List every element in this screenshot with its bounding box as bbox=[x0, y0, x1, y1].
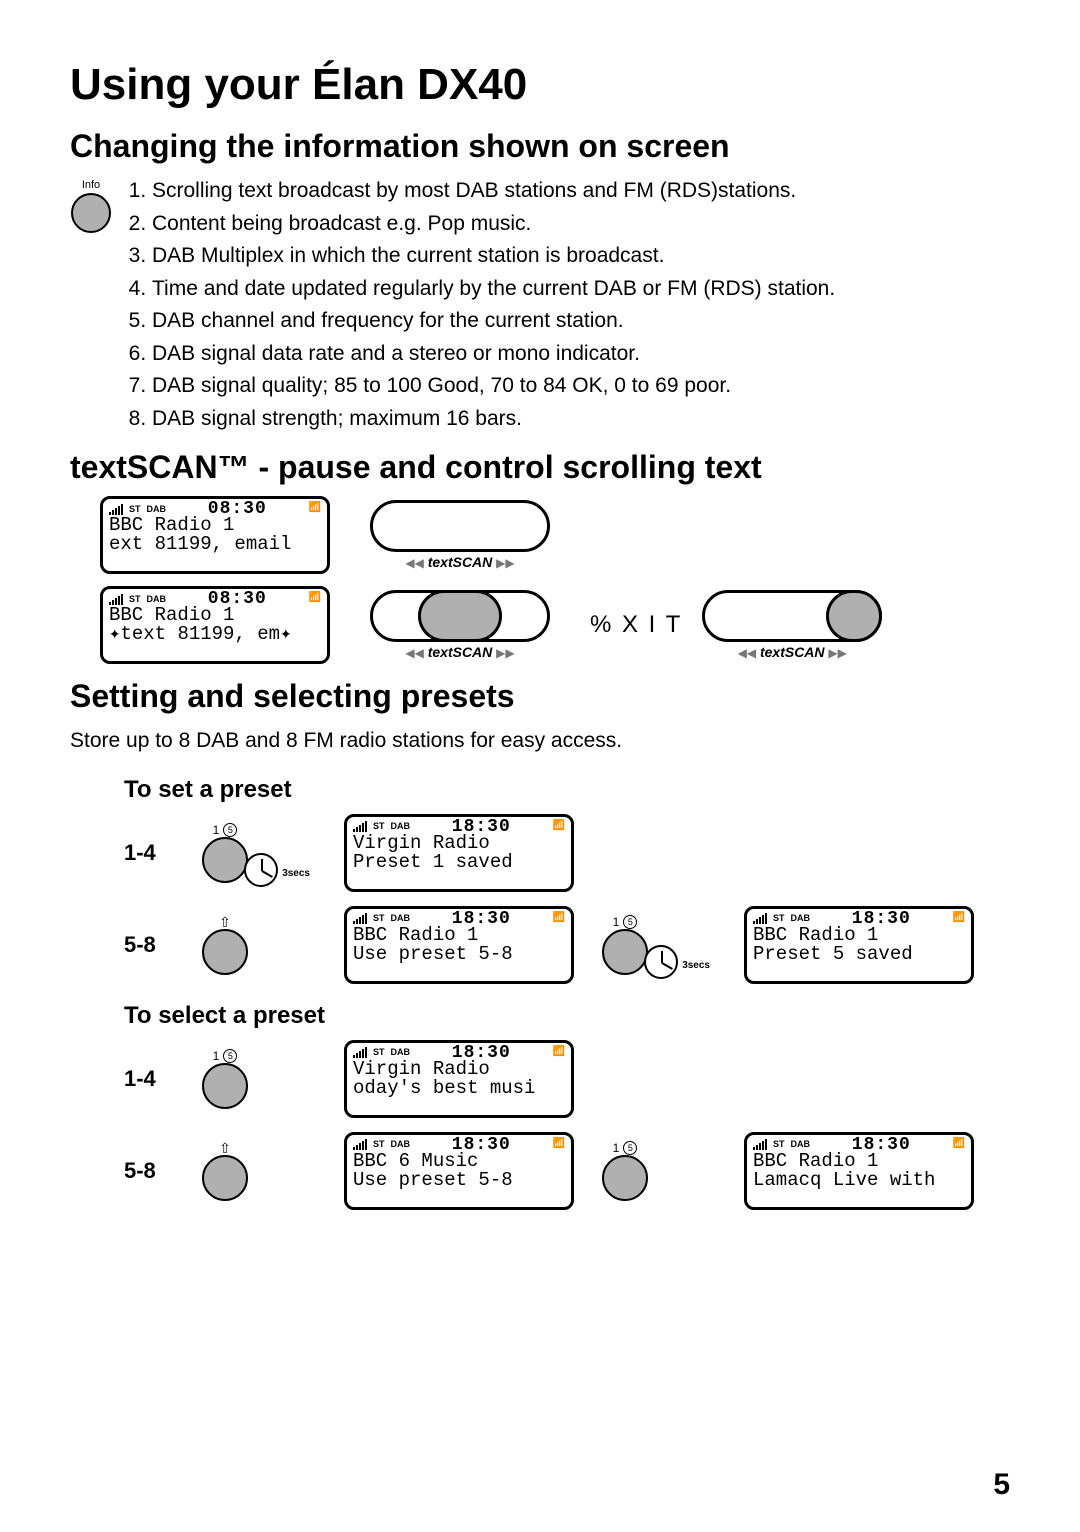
section-heading-presets: Setting and selecting presets bbox=[70, 678, 1010, 715]
shift-up-icon: ⇧ bbox=[219, 1141, 231, 1155]
textscan-switch-right bbox=[702, 590, 882, 642]
preset-button-1d: 15 bbox=[602, 1141, 648, 1201]
rewind-icon: ◀◀ bbox=[405, 646, 423, 660]
lcd-line2: ✦text 81199, em✦ bbox=[109, 625, 321, 644]
preset-range-14: 1-4 bbox=[124, 1066, 174, 1092]
preset-ring-5-icon: 5 bbox=[223, 823, 237, 837]
info-button-label: Info bbox=[82, 179, 100, 191]
lcd-line1: BBC Radio 1 bbox=[109, 516, 321, 535]
textscan-label: ◀◀ textSCAN ▶▶ bbox=[405, 644, 514, 660]
textscan-switch-neutral bbox=[370, 500, 550, 552]
hold-secs-label: 3secs bbox=[282, 868, 310, 879]
antenna-icon: 📶 bbox=[309, 504, 321, 514]
lcd-line1: BBC Radio 1 bbox=[109, 606, 321, 625]
fastforward-icon: ▶▶ bbox=[496, 646, 514, 660]
antenna-icon: 📶 bbox=[309, 594, 321, 604]
info-items-list: Scrolling text broadcast by most DAB sta… bbox=[152, 175, 835, 435]
textscan-label: ◀◀ textSCAN ▶▶ bbox=[405, 554, 514, 570]
preset-range-58: 5-8 bbox=[124, 1158, 174, 1184]
page-title: Using your Élan DX40 bbox=[70, 60, 1010, 110]
preset-button-shift: ⇧ bbox=[202, 915, 248, 975]
info-item: DAB Multiplex in which the current stati… bbox=[152, 240, 835, 273]
preset-range-14: 1-4 bbox=[124, 840, 174, 866]
lcd-set-preset-58a: ST DAB 18:30 📶 BBC Radio 1 Use preset 5-… bbox=[344, 906, 574, 984]
lcd-select-preset-58b: ST DAB 18:30 📶 BBC Radio 1 Lamacq Live w… bbox=[744, 1132, 974, 1210]
lcd-line2: ext 81199, email bbox=[109, 535, 321, 554]
textscan-switch-pressed bbox=[370, 590, 550, 642]
section-heading-info: Changing the information shown on screen bbox=[70, 128, 1010, 165]
rewind-icon: ◀◀ bbox=[405, 556, 423, 570]
section-heading-textscan: textSCAN™ - pause and control scrolling … bbox=[70, 449, 1010, 486]
signal-icon bbox=[353, 821, 367, 832]
status-st: ST bbox=[129, 595, 141, 604]
signal-icon bbox=[109, 594, 123, 605]
page-number: 5 bbox=[993, 1468, 1010, 1502]
antenna-icon: 📶 bbox=[553, 914, 565, 924]
antenna-icon: 📶 bbox=[953, 914, 965, 924]
antenna-icon: 📶 bbox=[553, 1140, 565, 1150]
hold-timer-icon bbox=[644, 945, 678, 979]
status-dab: DAB bbox=[147, 595, 167, 604]
info-item: Scrolling text broadcast by most DAB sta… bbox=[152, 175, 835, 208]
shift-up-icon: ⇧ bbox=[219, 915, 231, 929]
hold-timer-icon bbox=[244, 853, 278, 887]
preset-button-1b: 15 3secs bbox=[602, 915, 648, 975]
subheading-select-preset: To select a preset bbox=[124, 1002, 1010, 1030]
antenna-icon: 📶 bbox=[553, 1048, 565, 1058]
lcd-display-scroll-2: ST DAB 08:30 📶 BBC Radio 1 ✦text 81199, … bbox=[100, 586, 330, 664]
textscan-label: ◀◀ textSCAN ▶▶ bbox=[738, 644, 847, 660]
lcd-select-preset-58a: ST DAB 18:30 📶 BBC 6 Music Use preset 5-… bbox=[344, 1132, 574, 1210]
preset-button-1c: 15 bbox=[202, 1049, 248, 1109]
rewind-icon: ◀◀ bbox=[738, 646, 756, 660]
presets-intro: Store up to 8 DAB and 8 FM radio station… bbox=[70, 725, 1010, 758]
fastforward-icon: ▶▶ bbox=[828, 646, 846, 660]
signal-icon bbox=[109, 504, 123, 515]
preset-button-1: 15 3secs bbox=[202, 823, 248, 883]
lcd-set-preset-58b: ST DAB 18:30 📶 BBC Radio 1 Preset 5 save… bbox=[744, 906, 974, 984]
lcd-display-scroll-1: ST DAB 08:30 📶 BBC Radio 1 ext 81199, em… bbox=[100, 496, 330, 574]
preset-button-shift-b: ⇧ bbox=[202, 1141, 248, 1201]
lcd-select-preset-14: ST DAB 18:30 📶 Virgin Radio oday's best … bbox=[344, 1040, 574, 1118]
fastforward-icon: ▶▶ bbox=[496, 556, 514, 570]
info-item: DAB channel and frequency for the curren… bbox=[152, 305, 835, 338]
lcd-set-preset-14: ST DAB 18:30 📶 Virgin Radio Preset 1 sav… bbox=[344, 814, 574, 892]
info-button-icon: Info bbox=[70, 179, 112, 233]
info-item: Content being broadcast e.g. Pop music. bbox=[152, 208, 835, 241]
exit-label: % X I T bbox=[590, 611, 682, 639]
status-dab: DAB bbox=[147, 505, 167, 514]
info-item: DAB signal data rate and a stereo or mon… bbox=[152, 338, 835, 371]
subheading-set-preset: To set a preset bbox=[124, 776, 1010, 804]
status-st: ST bbox=[129, 505, 141, 514]
info-item: DAB signal strength; maximum 16 bars. bbox=[152, 403, 835, 436]
antenna-icon: 📶 bbox=[553, 822, 565, 832]
preset-range-58: 5-8 bbox=[124, 932, 174, 958]
antenna-icon: 📶 bbox=[953, 1140, 965, 1150]
info-item: DAB signal quality; 85 to 100 Good, 70 t… bbox=[152, 370, 835, 403]
info-button-circle bbox=[71, 193, 111, 233]
info-item: Time and date updated regularly by the c… bbox=[152, 273, 835, 306]
